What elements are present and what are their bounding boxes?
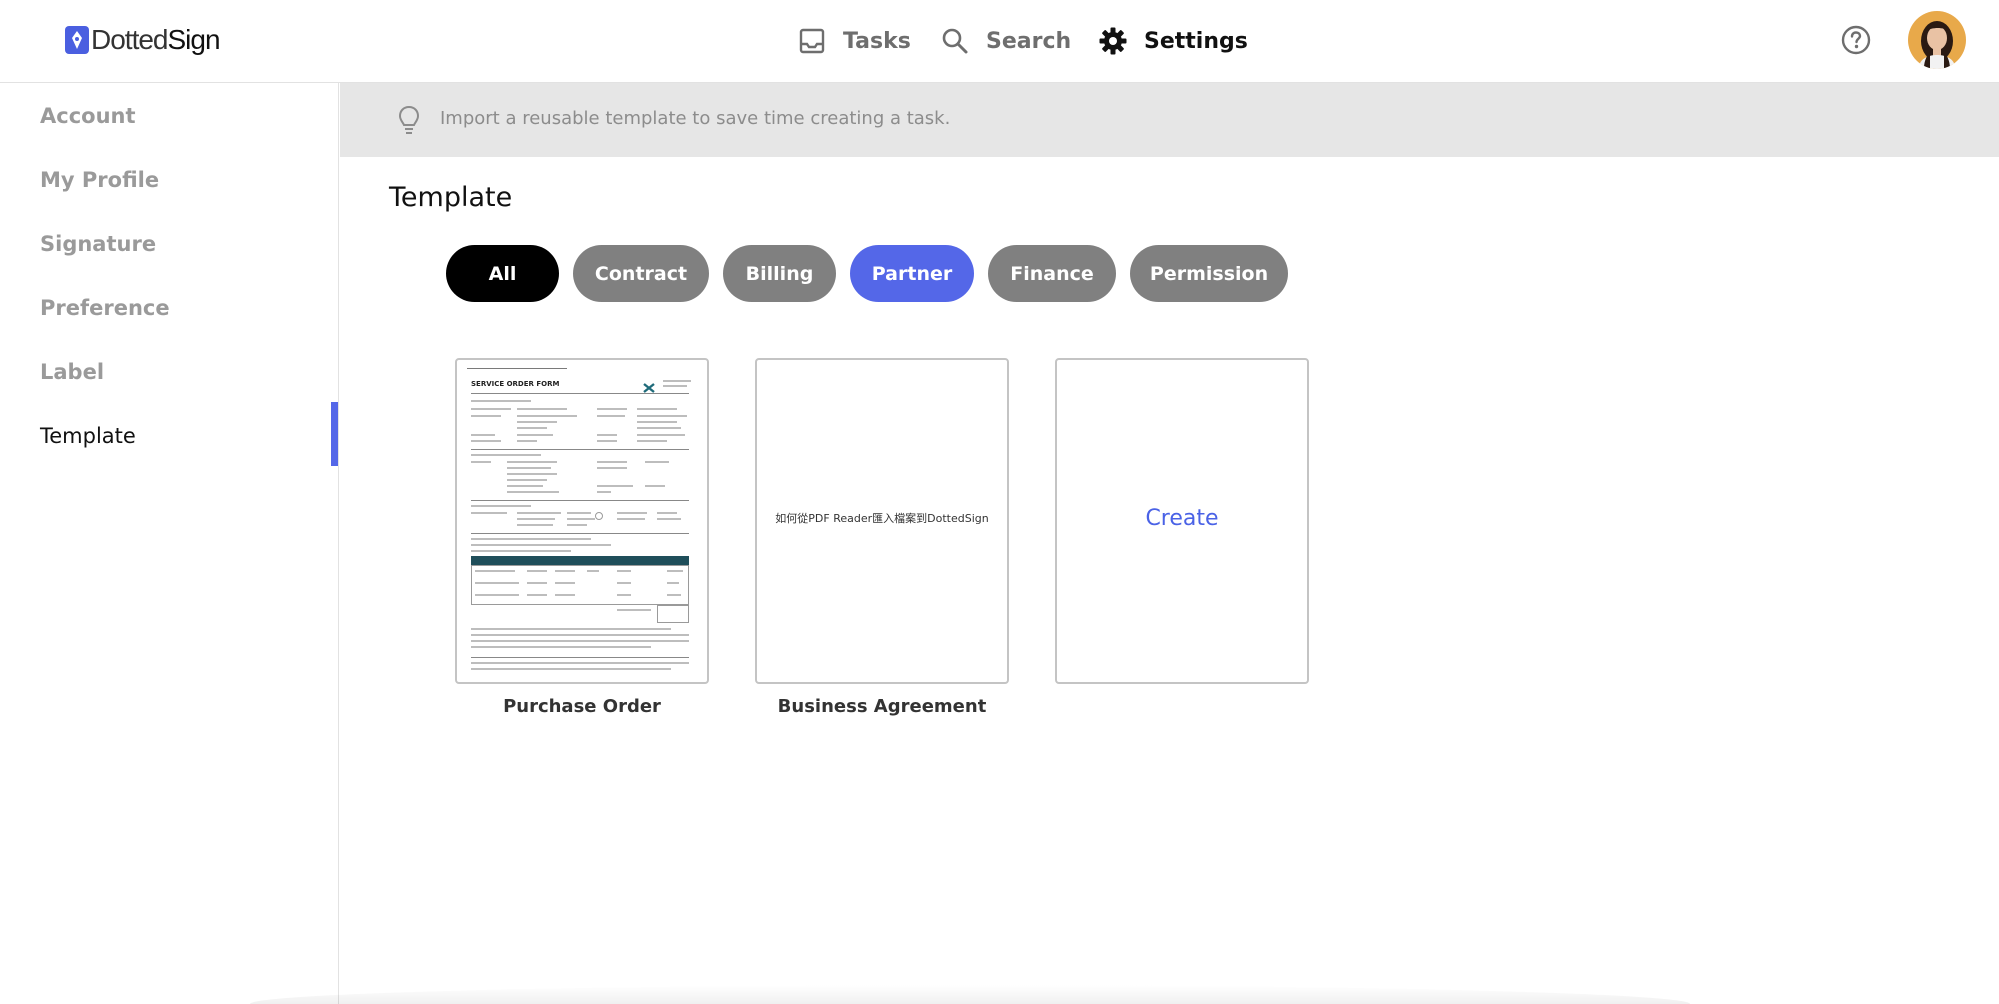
user-photo-icon — [1908, 11, 1966, 69]
question-circle-icon — [1841, 25, 1871, 55]
nav-search-label: Search — [986, 28, 1072, 54]
sidebar-item-template[interactable]: Template — [40, 416, 320, 456]
template-caption-purchase-order: Purchase Order — [503, 696, 661, 717]
help-button[interactable] — [1840, 24, 1872, 56]
purchase-order-thumbnail: SERVICE ORDER FORM — [467, 366, 697, 676]
sidebar-item-signature[interactable]: Signature — [40, 224, 320, 264]
gear-icon — [1098, 26, 1128, 56]
create-template-label: Create — [1145, 506, 1219, 531]
filter-chip-billing[interactable]: Billing — [723, 245, 836, 302]
sidebar-active-indicator — [331, 402, 338, 466]
bottom-scroll-shadow — [250, 985, 1690, 1004]
filter-chip-finance[interactable]: Finance — [988, 245, 1116, 302]
tip-text: Import a reusable template to save time … — [440, 108, 951, 129]
top-header: DottedSign Tasks Search Settings — [0, 0, 1999, 83]
tip-banner: Import a reusable template to save time … — [340, 83, 1999, 157]
filter-chip-contract[interactable]: Contract — [573, 245, 709, 302]
template-caption-business-agreement: Business Agreement — [777, 696, 987, 717]
lightbulb-icon — [397, 105, 421, 137]
nav-tasks-label: Tasks — [843, 28, 911, 54]
nav-settings[interactable]: Settings — [1098, 18, 1248, 64]
user-avatar[interactable] — [1908, 11, 1966, 69]
filter-chip-permission[interactable]: Permission — [1130, 245, 1288, 302]
page-title: Template — [389, 182, 513, 213]
sidebar-item-preference[interactable]: Preference — [40, 288, 320, 328]
nav-search[interactable]: Search — [940, 18, 1071, 64]
business-agreement-preview-text: 如何從PDF Reader匯入檔案到DottedSign — [775, 512, 989, 525]
filter-chip-partner[interactable]: Partner — [850, 245, 974, 302]
sidebar-item-my-profile[interactable]: My Profile — [40, 160, 320, 200]
nav-settings-label: Settings — [1144, 28, 1248, 54]
settings-sidebar: Account My Profile Signature Preference … — [0, 83, 339, 1004]
inbox-tray-icon — [797, 26, 827, 56]
nav-tasks[interactable]: Tasks — [797, 18, 911, 64]
logo-pen-icon — [65, 26, 89, 54]
thumbnail-logo-icon — [643, 378, 655, 393]
logo-word-dotted: Dotted — [91, 24, 168, 55]
create-template-card[interactable]: Create — [1055, 358, 1309, 684]
logo-word-sign: Sign — [167, 24, 221, 55]
template-card-business-agreement[interactable]: 如何從PDF Reader匯入檔案到DottedSign — [755, 358, 1009, 684]
logo-wordmark: DottedSign — [91, 24, 221, 56]
magnifier-icon — [940, 26, 970, 56]
template-card-purchase-order[interactable]: SERVICE ORDER FORM — [455, 358, 709, 684]
thumbnail-heading: SERVICE ORDER FORM — [471, 380, 560, 388]
sidebar-item-label[interactable]: Label — [40, 352, 320, 392]
sidebar-item-account[interactable]: Account — [40, 96, 320, 136]
filter-chip-all[interactable]: All — [446, 245, 559, 302]
dottedsign-logo[interactable]: DottedSign — [65, 24, 221, 56]
